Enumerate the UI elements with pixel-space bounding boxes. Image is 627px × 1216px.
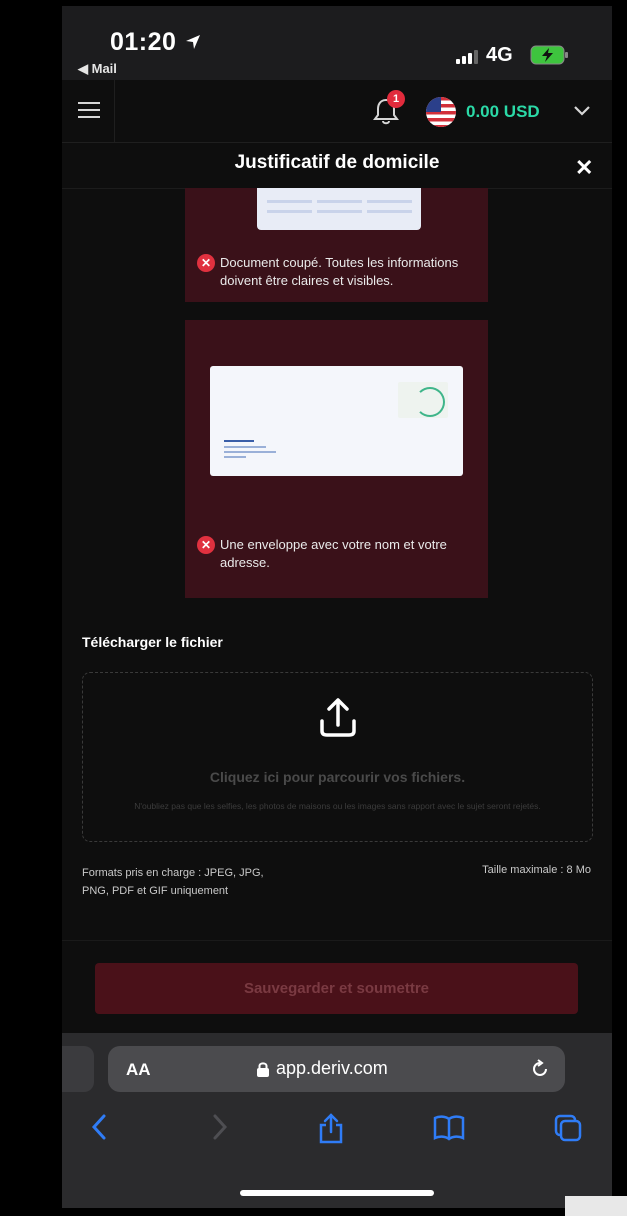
reload-icon[interactable] [528,1057,552,1081]
safari-toolbar: AA app.deriv.com [62,1033,612,1208]
dialog-title-bar: Justificatif de domicile ✕ [62,142,612,189]
example-error-message: ✕ Une enveloppe avec votre nom et votre … [197,536,482,572]
back-to-mail-link[interactable]: ◀ Mail [78,61,117,77]
share-icon[interactable] [316,1112,346,1144]
supported-formats-text: Formats pris en charge : JPEG, JPG, PNG,… [82,867,264,897]
footer-divider [62,940,612,941]
back-arrow-icon[interactable] [88,1112,112,1142]
upload-icon [320,698,356,737]
previous-tab-preview[interactable] [62,1046,94,1092]
envelope-example-image [210,366,463,476]
app-header: 1 0.00 USD [62,80,612,143]
us-flag-icon[interactable] [426,97,456,127]
upload-section-label: Télécharger le fichier [82,634,223,650]
file-dropzone[interactable]: Cliquez ici pour parcourir vos fichiers.… [82,672,593,842]
battery-charging-icon [530,45,568,65]
document-example-image [257,188,421,230]
max-size-text: Taille maximale : 8 Mo [482,864,591,876]
corner-overlay [565,1196,627,1216]
notification-badge: 1 [387,90,405,108]
example-error-message: ✕ Document coupé. Toutes les information… [197,254,482,290]
url-display[interactable]: app.deriv.com [256,1058,388,1079]
chevron-down-icon[interactable] [572,104,592,118]
reader-options-button[interactable]: AA [126,1060,151,1080]
network-type: 4G [486,44,513,66]
dropzone-main-text: Cliquez ici pour parcourir vos fichiers. [209,769,466,785]
status-time: 01:20 [110,28,202,57]
postmark-graphic [415,387,445,417]
account-balance[interactable]: 0.00 USD [466,102,540,122]
save-submit-button[interactable]: Sauvegarder et soumettre [95,963,578,1014]
ios-status-bar: 01:20 ◀ Mail 4G [62,6,612,80]
error-x-icon: ✕ [197,536,215,554]
page-title: Justificatif de domicile [234,152,440,173]
example-error-text: Une enveloppe avec votre nom et votre ad… [220,537,447,570]
close-icon[interactable]: ✕ [575,155,593,181]
home-indicator[interactable] [240,1190,434,1196]
dropzone-note: N'oubliez pas que les selfies, les photo… [134,801,541,811]
example-card-envelope: ✕ Une enveloppe avec votre nom et votre … [185,320,488,598]
phone-screen: 01:20 ◀ Mail 4G 1 0.00 USD Justificatif … [62,6,612,1208]
tabs-icon[interactable] [552,1112,584,1144]
header-divider [114,80,115,142]
bookmarks-icon[interactable] [432,1112,466,1142]
url-text: app.deriv.com [276,1058,388,1078]
forward-arrow-icon[interactable] [207,1112,231,1142]
location-arrow-icon [185,35,200,49]
lock-icon [257,1061,269,1077]
signal-bars-icon [456,50,478,64]
menu-icon[interactable] [78,102,100,120]
example-card-cropped-document: ✕ Document coupé. Toutes les information… [185,188,488,302]
example-error-text: Document coupé. Toutes les informations … [220,255,459,288]
address-bar[interactable]: AA app.deriv.com [108,1046,565,1092]
error-x-icon: ✕ [197,254,215,272]
